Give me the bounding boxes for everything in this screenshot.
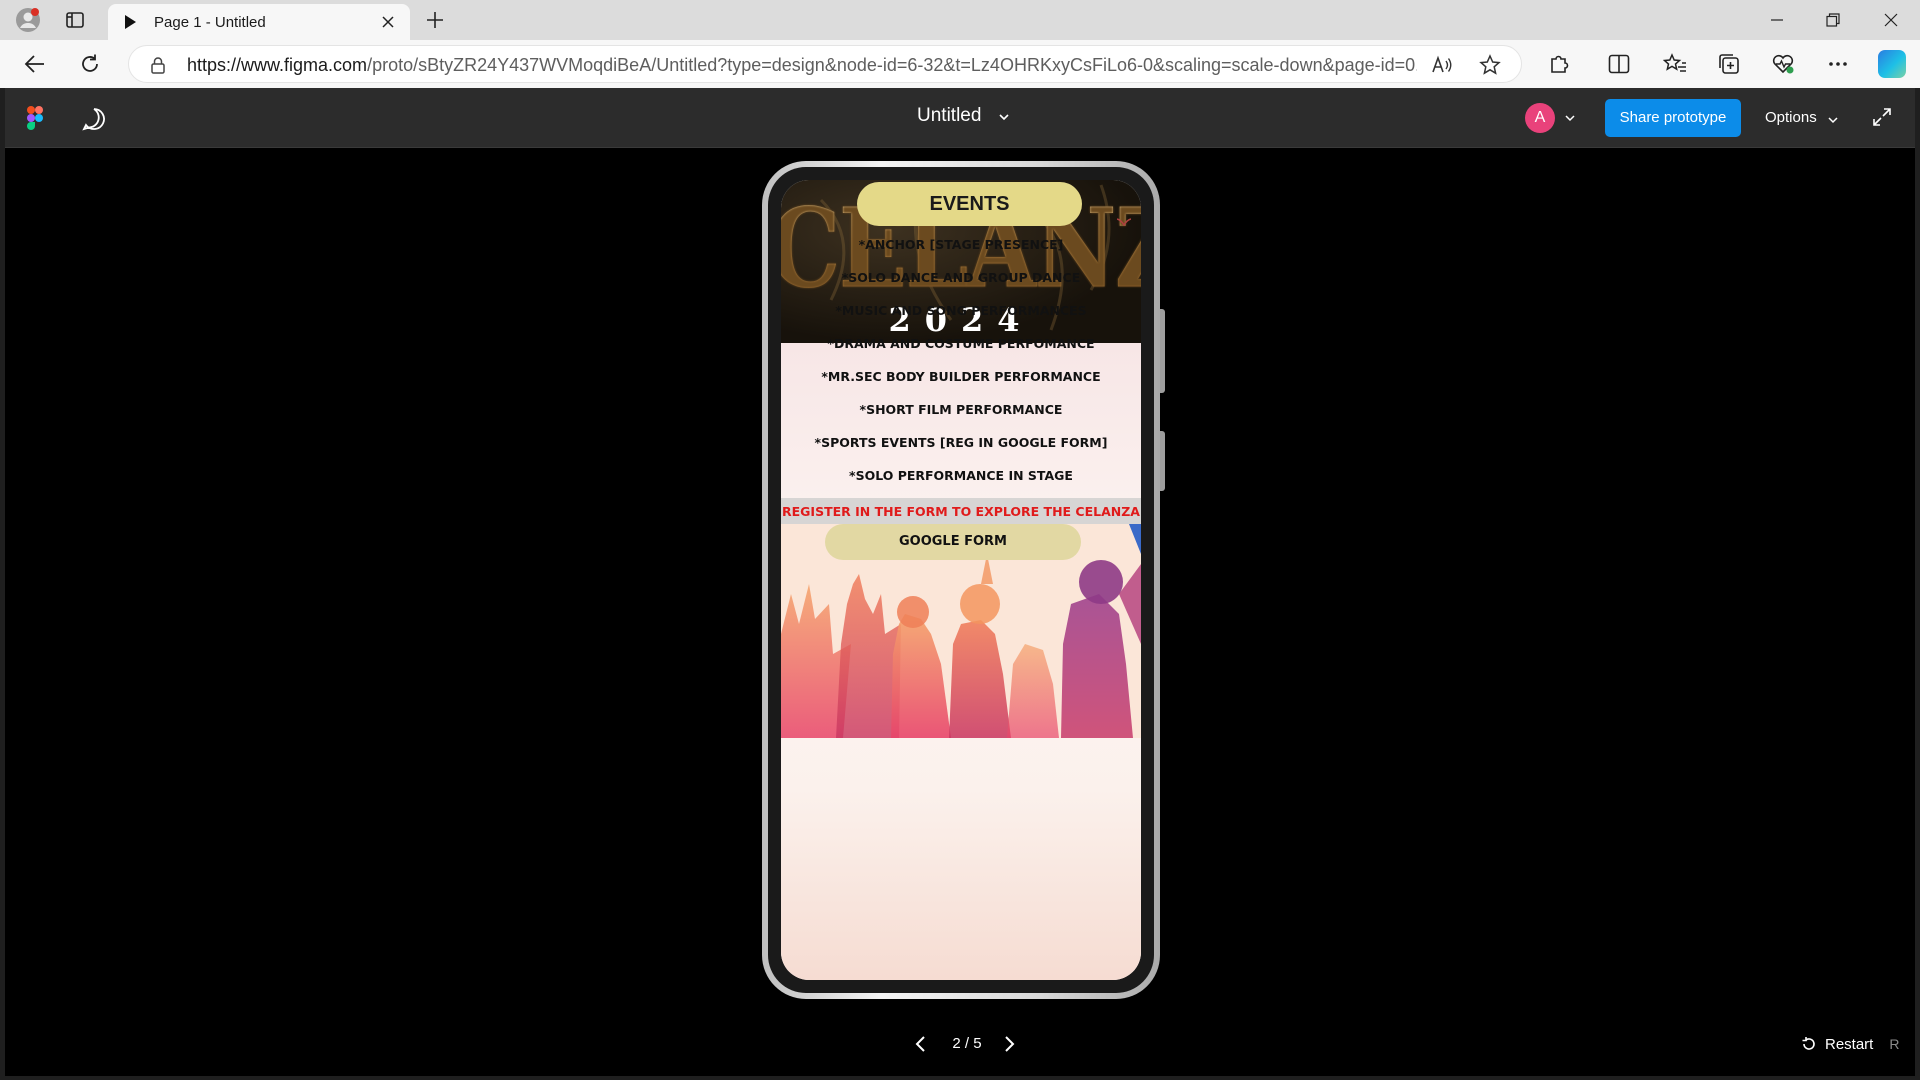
url-path: /proto/sBtyZR24Y437WVMoqdiBeA/Untitled?t… <box>367 55 1417 75</box>
minimize-button[interactable] <box>1759 6 1795 34</box>
extensions-button[interactable] <box>1544 50 1574 78</box>
address-bar[interactable]: https://www.figma.com/proto/sBtyZR24Y437… <box>128 45 1522 83</box>
tab-actions-button[interactable] <box>62 8 88 32</box>
events-heading: EVENTS <box>857 182 1082 226</box>
heart-pulse-icon <box>1772 54 1794 74</box>
browser-essentials-button[interactable] <box>1768 50 1798 78</box>
prototype-screen[interactable]: CELANZA 2024 EVENTS *ANCHOR [STAGE PRESE… <box>781 180 1141 980</box>
browser-tab[interactable]: Page 1 - Untitled <box>108 4 410 40</box>
play-icon <box>125 15 136 29</box>
tab-title: Page 1 - Untitled <box>154 14 266 31</box>
phone-frame: CELANZA 2024 EVENTS *ANCHOR [STAGE PRESE… <box>762 161 1165 999</box>
previous-frame-icon[interactable] <box>911 1034 931 1054</box>
close-icon <box>1884 13 1898 27</box>
options-label: Options <box>1765 109 1817 126</box>
split-screen-icon <box>1608 54 1630 74</box>
back-button[interactable] <box>20 50 50 78</box>
browser-toolbar: https://www.figma.com/proto/sBtyZR24Y437… <box>0 40 1920 88</box>
browser-tab-bar: Page 1 - Untitled <box>0 0 1920 40</box>
event-item: *SPORTS EVENTS [REG IN GOOGLE FORM] <box>814 435 1108 450</box>
reload-button[interactable] <box>75 50 105 78</box>
close-window-button[interactable] <box>1873 6 1909 34</box>
bird-decoration <box>1117 218 1131 226</box>
document-title[interactable]: Untitled <box>917 105 981 127</box>
restart-icon <box>1802 1037 1815 1050</box>
comment-icon[interactable] <box>81 106 107 132</box>
lock-icon[interactable] <box>149 56 167 74</box>
figma-toolbar: Untitled A Share prototype Options <box>5 88 1915 148</box>
avatar[interactable]: A <box>1525 103 1555 133</box>
options-button[interactable]: Options <box>1765 99 1855 137</box>
chevron-down-icon[interactable] <box>1565 114 1575 122</box>
puzzle-icon <box>1551 55 1569 73</box>
event-item: *ANCHOR [STAGE PRESENCE] <box>858 237 1064 252</box>
split-screen-button[interactable] <box>1604 50 1634 78</box>
new-tab-button[interactable] <box>422 8 448 32</box>
event-item: *SOLO DANCE AND GROUP DANCE <box>841 270 1081 285</box>
star-icon <box>1479 54 1501 75</box>
restore-icon <box>1826 13 1840 27</box>
event-item: *DRAMA AND COSTUME PERFOMANCE <box>827 336 1095 351</box>
chevron-down-icon[interactable] <box>1828 116 1838 124</box>
event-item: *MUSIC AND SONG PERFORMANCES <box>835 303 1087 318</box>
minimize-icon <box>1771 19 1783 21</box>
share-prototype-button[interactable]: Share prototype <box>1605 99 1741 137</box>
google-form-button[interactable]: GOOGLE FORM <box>825 524 1081 560</box>
next-frame-icon[interactable] <box>999 1034 1019 1054</box>
tab-actions-icon <box>66 12 84 28</box>
read-aloud-button[interactable] <box>1431 54 1453 76</box>
copilot-icon[interactable] <box>1878 50 1906 78</box>
notification-dot <box>31 8 39 16</box>
settings-more-button[interactable] <box>1823 50 1853 78</box>
back-arrow-icon <box>24 55 44 73</box>
phone-side-button <box>1160 431 1165 491</box>
restore-button[interactable] <box>1815 6 1851 34</box>
more-horizontal-icon <box>1829 62 1847 66</box>
restart-label: Restart <box>1825 1035 1874 1053</box>
event-item: *SOLO PERFORMANCE IN STAGE <box>849 468 1073 483</box>
close-tab-icon[interactable] <box>380 14 396 30</box>
frame-counter: 2 / 5 <box>952 1035 982 1052</box>
profile-button[interactable] <box>12 6 44 34</box>
chevron-down-icon[interactable] <box>998 112 1010 122</box>
collections-button[interactable] <box>1714 50 1744 78</box>
restart-shortcut-key: R <box>1889 1036 1900 1052</box>
favorites-button[interactable] <box>1660 50 1690 78</box>
register-banner: REGISTER IN THE FORM TO EXPLORE THE CELA… <box>781 498 1141 526</box>
url-text[interactable]: https://www.figma.com/proto/sBtyZR24Y437… <box>187 55 1417 76</box>
favorite-button[interactable] <box>1479 54 1501 76</box>
favorites-list-icon <box>1663 53 1686 72</box>
event-item: *MR.SEC BODY BUILDER PERFORMANCE <box>821 369 1101 384</box>
prototype-viewer: Untitled A Share prototype Options CELAN… <box>5 88 1915 1076</box>
fullscreen-icon[interactable] <box>1871 106 1893 128</box>
read-aloud-icon <box>1432 55 1452 73</box>
figma-logo-icon[interactable] <box>27 106 43 130</box>
phone-side-button <box>1160 309 1165 393</box>
restart-button[interactable]: Restart R <box>1801 1034 1899 1054</box>
url-domain: https://www.figma.com <box>187 55 368 75</box>
reload-icon <box>82 54 98 72</box>
event-item: *SHORT FILM PERFORMANCE <box>859 402 1063 417</box>
plus-icon <box>427 12 443 28</box>
collections-icon <box>1719 54 1739 74</box>
